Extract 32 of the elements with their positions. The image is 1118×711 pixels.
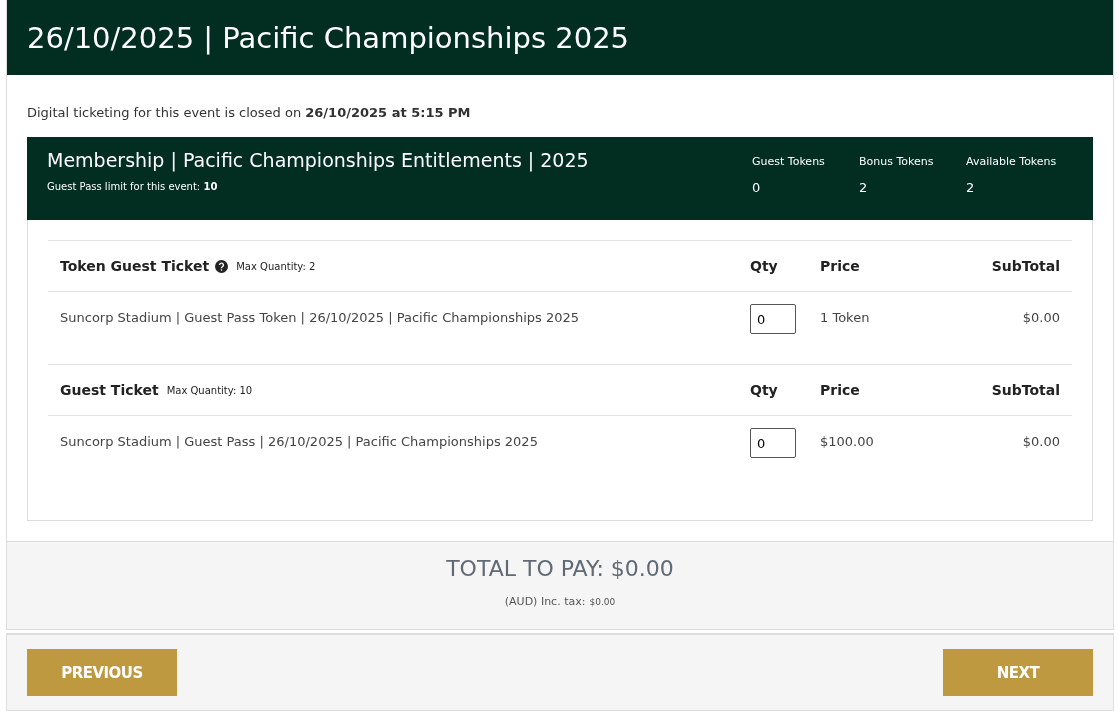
help-icon[interactable] — [215, 259, 229, 273]
column-header: Price — [820, 382, 861, 398]
tax-label: (AUD) Inc. tax: — [504, 595, 586, 608]
column-header: SubTotal — [990, 258, 1060, 274]
column-header: SubTotal — [990, 382, 1060, 398]
column-header: Qty — [750, 258, 779, 274]
max-quantity: Max Quantity: 2 — [236, 260, 316, 272]
ticket-type-title: Guest Ticket — [60, 382, 159, 398]
guest-pass-limit: Guest Pass limit for this event: 10 — [47, 181, 219, 192]
ticket-subtotal: $0.00 — [1021, 309, 1060, 325]
quantity-input[interactable]: 0 — [750, 428, 796, 458]
ticket-type-title: Token Guest Ticket — [60, 258, 210, 274]
ticket-subtotal: $0.00 — [1021, 433, 1060, 449]
token-label: Bonus Tokens — [859, 155, 935, 168]
ticket-description: Suncorp Stadium | Guest Pass Token | 26/10/2025 | Pacific Championships 2025 — [60, 309, 581, 325]
token-count: 2 — [966, 180, 976, 195]
token-count: 0 — [752, 180, 762, 195]
closing-notice: Digital ticketing for this event is closed on 26/10/2025 at 5:15 PM — [27, 105, 472, 120]
ticket-description: Suncorp Stadium | Guest Pass | 26/10/2025 | Pacific Championships 2025 — [60, 433, 539, 449]
max-quantity: Max Quantity: 10 — [166, 384, 253, 396]
token-count: 2 — [859, 180, 869, 195]
ticket-price: 1 Token — [820, 309, 871, 325]
token-label: Available Tokens — [966, 155, 1058, 168]
column-header: Qty — [750, 382, 779, 398]
quantity-input[interactable]: 0 — [750, 304, 796, 334]
page-title: 26/10/2025 | Pacific Championships 2025 — [7, 0, 1113, 75]
ticket-price: $100.00 — [820, 433, 875, 449]
column-header: Price — [820, 258, 861, 274]
token-label: Guest Tokens — [752, 155, 826, 168]
membership-title: Membership | Pacific Championships Entitlements | 2025 — [47, 149, 589, 171]
tax-amount: $0.00 — [589, 597, 616, 607]
total-to-pay: TOTAL TO PAY: $0.00 — [446, 556, 674, 581]
